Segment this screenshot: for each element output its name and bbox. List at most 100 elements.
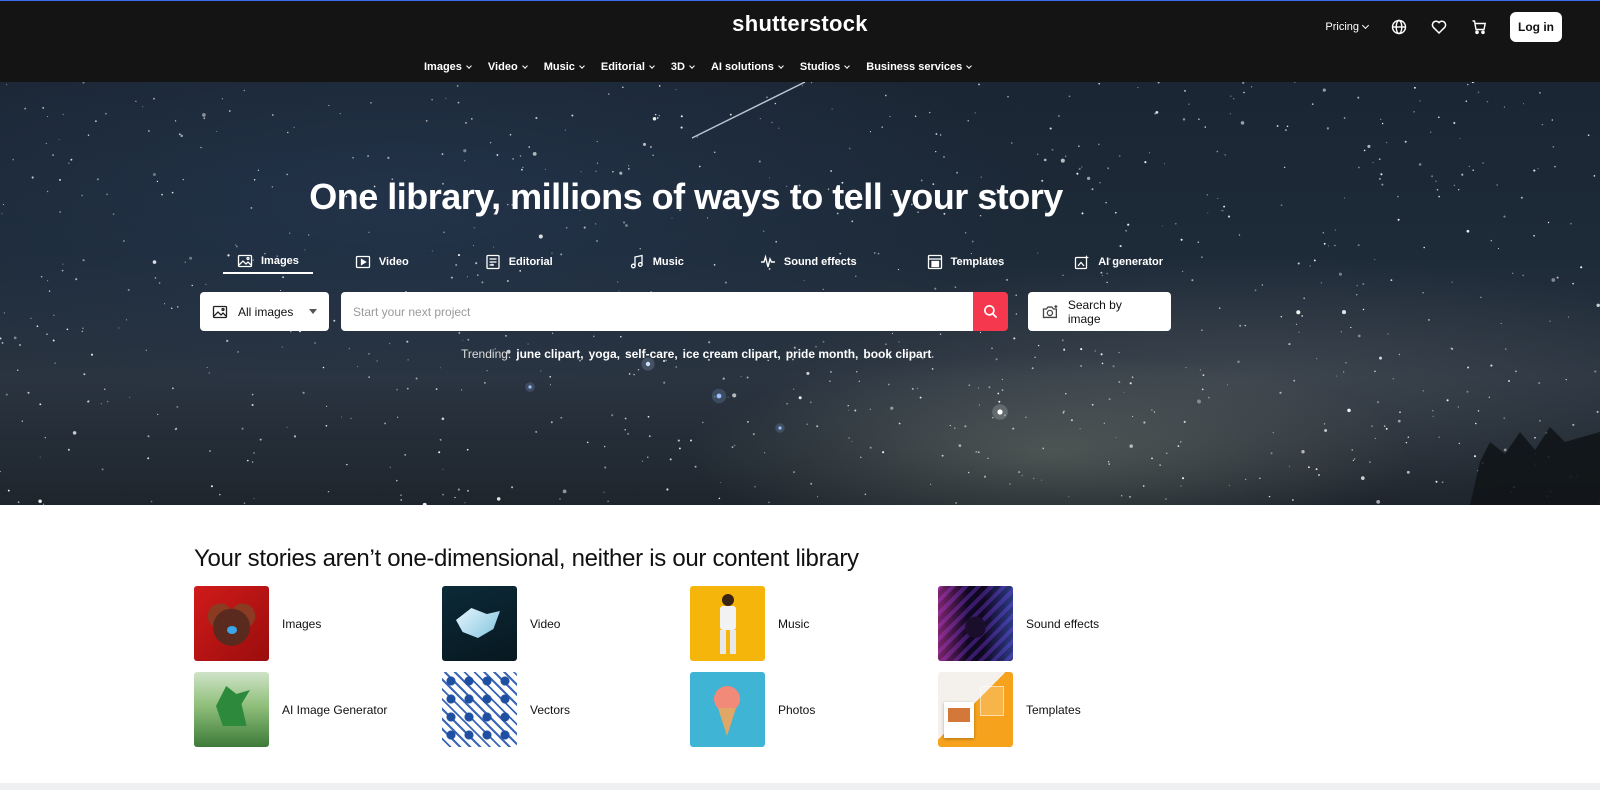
nav-label: Editorial — [600, 61, 645, 73]
login-button[interactable]: Log in — [1510, 12, 1562, 42]
card-label: Music — [778, 616, 810, 631]
content-card-sound-effects[interactable]: Sound effects — [938, 586, 1099, 661]
nav-item-studios[interactable]: Studios — [799, 61, 851, 73]
nav-label: 3D — [670, 61, 685, 73]
image-icon — [237, 254, 253, 268]
card-label: Photos — [778, 702, 816, 717]
content-type-grid: Images Video Music Sound effects AI Imag… — [194, 586, 1194, 751]
content-card-photos[interactable]: Photos — [690, 672, 815, 747]
tab-label: Images — [261, 255, 299, 267]
sound-effects-thumbnail — [938, 586, 1013, 661]
content-card-video[interactable]: Video — [442, 586, 560, 661]
trending-term[interactable]: self-care, — [625, 347, 678, 361]
content-card-ai-image-generator[interactable]: AI Image Generator — [194, 672, 387, 747]
search-input[interactable] — [341, 292, 973, 331]
nav-label: Video — [487, 61, 518, 73]
video-icon — [355, 255, 371, 269]
card-label: Images — [282, 616, 322, 631]
ai-image-generator-thumbnail — [194, 672, 269, 747]
chevron-down-icon — [649, 62, 655, 69]
search-by-image-label: Search by image — [1067, 297, 1122, 326]
content-card-vectors[interactable]: Vectors — [442, 672, 570, 747]
nav-label: Music — [543, 61, 575, 73]
media-type-tabs: Images Video Editorial Music Sound effec… — [223, 250, 1177, 274]
search-button[interactable] — [973, 292, 1008, 331]
nav-item-editorial[interactable]: Editorial — [600, 61, 655, 73]
music-note-icon — [630, 254, 643, 269]
content-card-music[interactable]: Music — [690, 586, 809, 661]
trending-term[interactable]: book clipart — [863, 347, 931, 361]
template-icon — [927, 254, 942, 270]
chevron-down-icon — [579, 62, 585, 69]
globe-icon[interactable] — [1390, 18, 1408, 36]
ai-generator-icon — [1075, 255, 1090, 270]
nav-item-video[interactable]: Video — [487, 61, 528, 73]
tab-label: Video — [378, 256, 409, 268]
trending-term[interactable]: yoga, — [589, 347, 620, 361]
media-type-value: All images — [238, 304, 294, 319]
nav-item-ai-solutions[interactable]: AI solutions — [710, 61, 784, 73]
trending-term[interactable]: pride month, — [786, 347, 859, 361]
waveform-icon — [760, 254, 775, 268]
tab-music[interactable]: Music — [615, 250, 698, 274]
images-thumbnail — [194, 586, 269, 661]
camera-search-icon — [1042, 304, 1058, 318]
tab-label: Editorial — [508, 256, 553, 268]
trending-term[interactable]: june clipart, — [516, 347, 583, 361]
search-by-image-button[interactable]: Search by image — [1028, 292, 1171, 331]
media-type-dropdown[interactable]: All images — [200, 292, 329, 331]
chevron-down-icon — [778, 62, 784, 69]
card-label: AI Image Generator — [282, 702, 388, 717]
trending-label: Trending: — [461, 347, 512, 361]
tab-templates[interactable]: Templates — [913, 250, 1019, 274]
content-card-images[interactable]: Images — [194, 586, 321, 661]
editorial-icon — [486, 254, 500, 270]
main-nav: Images Video Music Editorial 3D AI solut… — [424, 61, 988, 73]
hero-section: One library, millions of ways to tell yo… — [0, 82, 1600, 505]
tab-label: Templates — [950, 256, 1005, 268]
nav-item-images[interactable]: Images — [424, 61, 472, 73]
pricing-link[interactable]: Pricing — [1325, 21, 1370, 33]
tab-video[interactable]: Video — [341, 250, 423, 274]
card-label: Sound effects — [1026, 616, 1100, 631]
chevron-down-icon — [689, 62, 695, 69]
footer-divider — [0, 783, 1600, 790]
photos-thumbnail — [690, 672, 765, 747]
chevron-down-icon — [466, 62, 472, 69]
nav-label: Images — [424, 61, 462, 73]
caret-down-icon — [309, 309, 317, 314]
trending-term[interactable]: ice cream clipart, — [683, 347, 781, 361]
chevron-down-icon — [1361, 21, 1370, 30]
card-label: Templates — [1026, 702, 1081, 717]
card-label: Video — [530, 616, 561, 631]
pricing-label: Pricing — [1325, 21, 1359, 33]
templates-thumbnail — [938, 672, 1013, 747]
search-icon — [984, 305, 998, 319]
heart-icon[interactable] — [1430, 18, 1448, 36]
tab-label: Music — [652, 256, 684, 268]
card-label: Vectors — [530, 702, 571, 717]
nav-label: Studios — [799, 61, 841, 73]
tab-label: Sound effects — [783, 256, 857, 268]
nav-item-business-services[interactable]: Business services — [866, 61, 973, 73]
nav-item-3d[interactable]: 3D — [670, 61, 695, 73]
chevron-down-icon — [966, 62, 973, 69]
video-thumbnail — [442, 586, 517, 661]
content-card-templates[interactable]: Templates — [938, 672, 1081, 747]
tab-sound-effects[interactable]: Sound effects — [746, 250, 871, 274]
image-icon — [212, 305, 228, 318]
tab-label: AI generator — [1098, 256, 1164, 268]
nav-label: AI solutions — [710, 61, 774, 73]
chevron-down-icon — [521, 62, 528, 69]
header-actions: Pricing Log in — [1325, 11, 1562, 43]
nav-label: Business services — [866, 61, 963, 73]
site-header: shutterstock Images Video Music Editoria… — [0, 0, 1600, 82]
tab-images[interactable]: Images — [223, 250, 313, 274]
tab-editorial[interactable]: Editorial — [471, 250, 567, 274]
tab-ai-generator[interactable]: AI generator — [1060, 250, 1177, 274]
trending-searches: Trending: june clipart, yoga, self-care,… — [461, 347, 931, 361]
nav-item-music[interactable]: Music — [543, 61, 585, 73]
cart-icon[interactable] — [1470, 18, 1488, 36]
logo-text: shutterstock — [732, 11, 868, 36]
music-thumbnail — [690, 586, 765, 661]
